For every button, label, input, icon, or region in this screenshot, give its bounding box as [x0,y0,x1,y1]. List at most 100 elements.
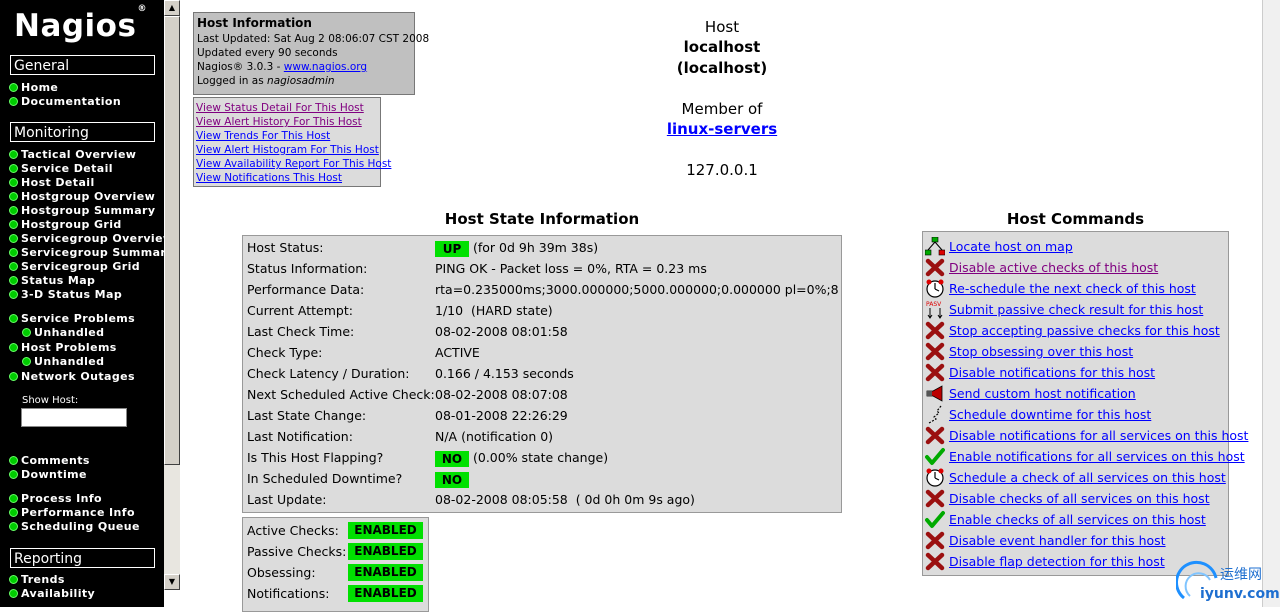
host-alias: (localhost) [676,59,768,77]
scroll-thumb[interactable] [164,16,180,465]
nav-tactical-overview[interactable]: Tactical Overview [9,148,136,162]
command-link[interactable]: Send custom host notification [949,386,1136,401]
nav-host-problems[interactable]: Host Problems [9,341,117,355]
scroll-down-icon[interactable]: ▼ [164,574,180,590]
command-link[interactable]: Re-schedule the next check of this host [949,281,1196,296]
status-badge-up: UP [435,240,469,257]
nav-status-map[interactable]: Status Map [9,274,95,288]
row-value: 1/10 (HARD state) [435,303,553,318]
bullet-icon [9,290,18,299]
nav-servicegroup-summary[interactable]: Servicegroup Summary [9,246,164,260]
bullet-icon [22,328,31,337]
host-label: Host [704,18,740,36]
row-value: 08-02-2008 08:07:08 [435,387,568,402]
enabled-badge: ENABLED [348,543,423,560]
nagios-logo[interactable]: Nagios® [14,4,147,44]
host-state-title: Host State Information [444,210,640,228]
host-links-box: View Status Detail For This Host View Al… [193,97,391,187]
bullet-icon [9,192,18,201]
command-link[interactable]: Disable event handler for this host [949,533,1166,548]
nav-availability[interactable]: Availability [9,587,95,601]
nav-performance-info[interactable]: Performance Info [9,506,135,520]
nav-servicegroup-overview[interactable]: Servicegroup Overview [9,232,164,246]
disable-icon [925,342,945,361]
row-label: Status Information: [247,261,368,276]
nav-comments[interactable]: Comments [9,454,90,468]
nagios-org-link[interactable]: www.nagios.org [284,61,367,73]
link-alert-histogram[interactable]: View Alert Histogram For This Host [196,143,380,157]
bullet-icon [9,83,18,92]
nav-network-outages[interactable]: Network Outages [9,370,135,384]
command-link[interactable]: Enable checks of all services on this ho… [949,512,1206,527]
page-scrollbar[interactable] [1262,0,1280,607]
nav-home[interactable]: Home [9,81,58,95]
scroll-up-icon[interactable]: ▲ [164,0,180,16]
status-badge-no: NO [435,450,469,467]
update-interval: Updated every 90 seconds [197,47,338,59]
bullet-icon [9,276,18,285]
link-availability-report[interactable]: View Availability Report For This Host [196,157,391,171]
member-of-label: Member of [681,100,763,118]
command-link[interactable]: Disable notifications for this host [949,365,1155,380]
command-link[interactable]: Disable active checks of this host [949,260,1158,275]
nav-documentation[interactable]: Documentation [9,95,121,109]
status-map-icon [925,237,945,256]
row-value: rta=0.235000ms;3000.000000;5000.000000;0… [435,282,839,297]
info-title: Host Information [197,16,312,30]
link-trends[interactable]: View Trends For This Host [196,129,380,143]
command-link[interactable]: Disable notifications for all services o… [949,428,1248,443]
command-link[interactable]: Enable notifications for all services on… [949,449,1245,464]
host-information-box: Host Information Last Updated: Sat Aug 2… [193,12,429,95]
sidebar-scrollbar[interactable]: ▲ ▼ [164,0,180,590]
nav-3d-status-map[interactable]: 3-D Status Map [9,288,122,302]
host-name: localhost [683,38,761,56]
row-value: 08-02-2008 08:05:58 ( 0d 0h 0m 9s ago) [435,492,695,507]
command-link[interactable]: Locate host on map [949,239,1073,254]
command-link[interactable]: Stop obsessing over this host [949,344,1133,359]
host-commands-box: Locate host on map Disable active checks… [922,231,1248,576]
link-alert-history[interactable]: View Alert History For This Host [196,115,380,129]
section-monitoring-header: Monitoring [10,122,155,142]
hostgroup-line: linux-servers [622,120,822,138]
row-value: PING OK - Packet loss = 0%, RTA = 0.23 m… [435,261,707,276]
bullet-icon [9,206,18,215]
nav-trends[interactable]: Trends [9,573,65,587]
hostgroup-link[interactable]: linux-servers [667,120,777,138]
link-notifications[interactable]: View Notifications This Host [196,171,380,185]
nav-hostgroup-overview[interactable]: Hostgroup Overview [9,190,155,204]
bullet-icon [9,234,18,243]
nav-host-detail[interactable]: Host Detail [9,176,95,190]
command-link[interactable]: Disable flap detection for this host [949,554,1165,569]
nav-service-detail[interactable]: Service Detail [9,162,113,176]
disable-icon [925,363,945,382]
command-link[interactable]: Submit passive check result for this hos… [949,302,1203,317]
enabled-badge: ENABLED [348,564,423,581]
command-link[interactable]: Schedule downtime for this host [949,407,1151,422]
logged-in-user: nagiosadmin [267,75,335,87]
show-host-label: Show Host: [22,395,79,406]
watermark-cn: 运维网 [1220,567,1262,583]
disable-icon [925,258,945,277]
link-status-detail[interactable]: View Status Detail For This Host [196,101,380,115]
command-link[interactable]: Stop accepting passive checks for this h… [949,323,1220,338]
nav-service-unhandled[interactable]: Unhandled [22,326,104,340]
command-link[interactable]: Disable checks of all services on this h… [949,491,1210,506]
nav-service-problems[interactable]: Service Problems [9,312,135,326]
bullet-icon [9,150,18,159]
bullet-icon [9,575,18,584]
row-value: NO (0.00% state change) [435,447,608,468]
bullet-icon [9,372,18,381]
row-value: NO [435,468,473,489]
nav-process-info[interactable]: Process Info [9,492,102,506]
row-value: 08-01-2008 22:26:29 [435,408,568,423]
nav-hostgroup-grid[interactable]: Hostgroup Grid [9,218,122,232]
nav-downtime[interactable]: Downtime [9,468,87,482]
scroll-track[interactable] [164,465,180,574]
nav-servicegroup-grid[interactable]: Servicegroup Grid [9,260,140,274]
nav-host-unhandled[interactable]: Unhandled [22,355,104,369]
show-host-input[interactable] [21,408,127,427]
command-link[interactable]: Schedule a check of all services on this… [949,470,1226,485]
nav-hostgroup-summary[interactable]: Hostgroup Summary [9,204,155,218]
nav-scheduling-queue[interactable]: Scheduling Queue [9,520,140,534]
bullet-icon [9,456,18,465]
